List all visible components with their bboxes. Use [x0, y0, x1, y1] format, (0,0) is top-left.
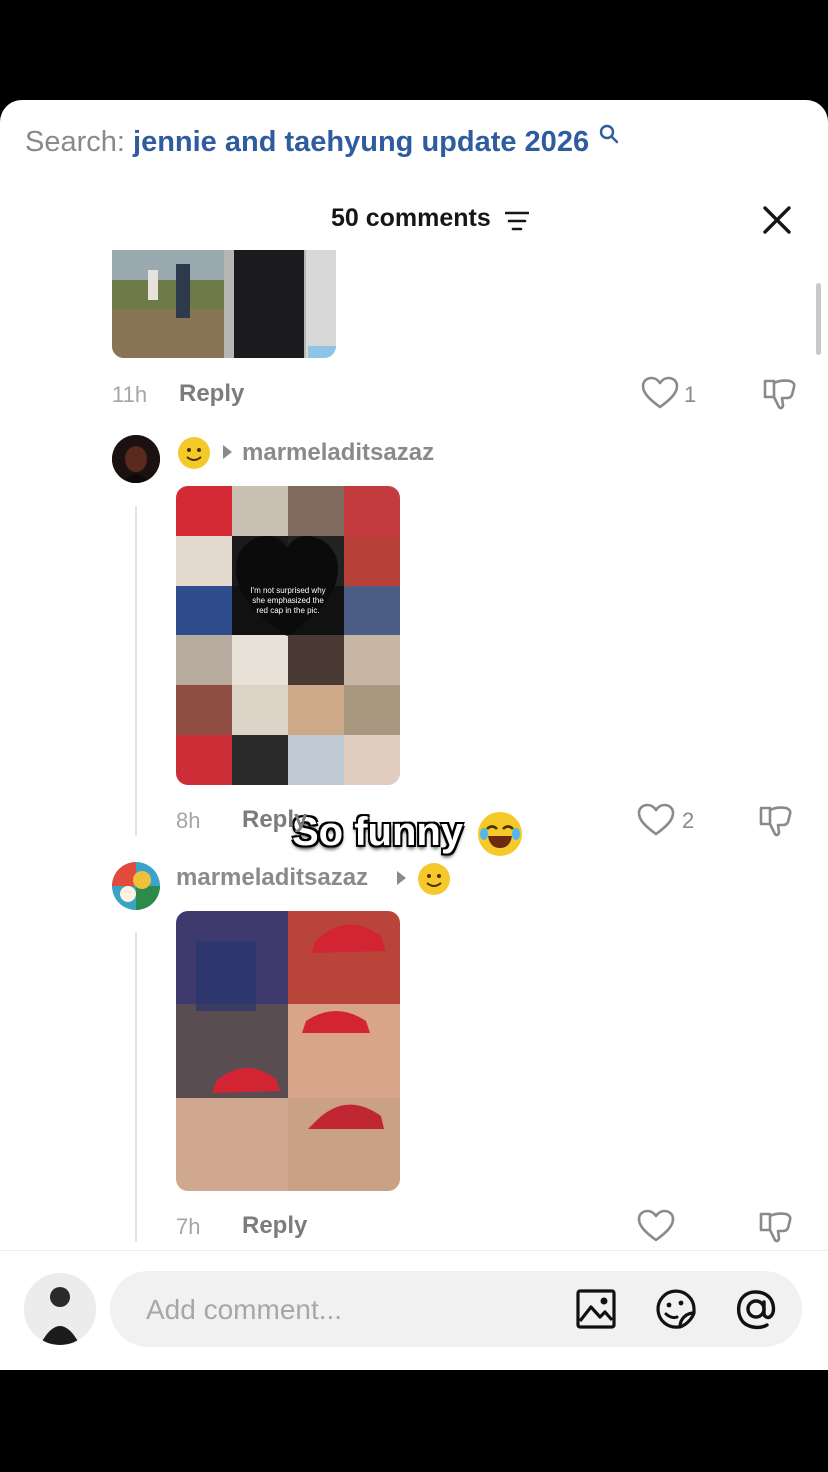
- avatar[interactable]: [112, 435, 160, 483]
- reply-button[interactable]: Reply: [179, 380, 244, 408]
- search-suggestion[interactable]: Search: jennie and taehyung update 2026: [25, 124, 619, 159]
- search-query[interactable]: jennie and taehyung update 2026: [133, 126, 589, 158]
- reply-arrow-icon: [397, 871, 406, 885]
- thumbs-down-icon[interactable]: [758, 1208, 794, 1244]
- emoji-icon: [178, 437, 210, 469]
- image-icon[interactable]: [574, 1287, 618, 1331]
- comment-image[interactable]: [112, 250, 336, 358]
- like-count: 1: [684, 382, 697, 407]
- scrollbar[interactable]: [816, 283, 821, 355]
- my-avatar[interactable]: [24, 1273, 96, 1345]
- comment-input[interactable]: [144, 1289, 528, 1331]
- comment-timestamp: 11h: [112, 382, 148, 407]
- comments-sheet: Search: jennie and taehyung update 2026 …: [0, 100, 828, 1370]
- heart-icon[interactable]: [637, 803, 675, 837]
- comment-input-container[interactable]: [110, 1271, 802, 1347]
- at-mention-icon[interactable]: [734, 1287, 778, 1331]
- heart-icon[interactable]: [637, 1209, 675, 1243]
- photo-thumbnail: [112, 250, 336, 358]
- avatar[interactable]: [112, 862, 160, 910]
- reply-button[interactable]: Reply: [242, 1212, 307, 1240]
- username[interactable]: marmeladitsazaz: [176, 864, 368, 892]
- like-count: 2: [682, 808, 695, 833]
- username[interactable]: marmeladitsazaz: [242, 439, 434, 467]
- laughing-emoji-icon: [478, 812, 522, 856]
- heart-icon[interactable]: [641, 376, 679, 410]
- comment-count-title: 50 comments: [331, 204, 491, 232]
- thread-line: [135, 932, 137, 1242]
- emoji-icon: [418, 863, 450, 895]
- search-label: Search:: [25, 126, 125, 158]
- comments-header: 50 comments: [0, 200, 828, 242]
- thread-line: [135, 506, 137, 836]
- comment-timestamp: 7h: [176, 1214, 201, 1239]
- thumbs-down-icon[interactable]: [758, 802, 794, 838]
- reply-arrow-icon: [223, 445, 232, 459]
- comment-timestamp: 8h: [176, 808, 201, 833]
- sort-icon[interactable]: [505, 210, 529, 232]
- overlay-caption: So funny: [292, 810, 464, 854]
- sticker-icon[interactable]: [654, 1287, 698, 1331]
- search-icon: [599, 124, 619, 144]
- avatar-image: [24, 1273, 96, 1345]
- close-icon[interactable]: [760, 203, 794, 237]
- avatar-image: [112, 862, 160, 910]
- thumbs-down-icon[interactable]: [762, 375, 798, 411]
- avatar-image: [112, 435, 160, 483]
- comment-composer: [0, 1250, 828, 1370]
- reply-button[interactable]: Reply: [242, 806, 307, 834]
- red-cap-decoration: [196, 924, 386, 1129]
- image-caption: I'm not surprised why she emphasized the…: [250, 586, 326, 615]
